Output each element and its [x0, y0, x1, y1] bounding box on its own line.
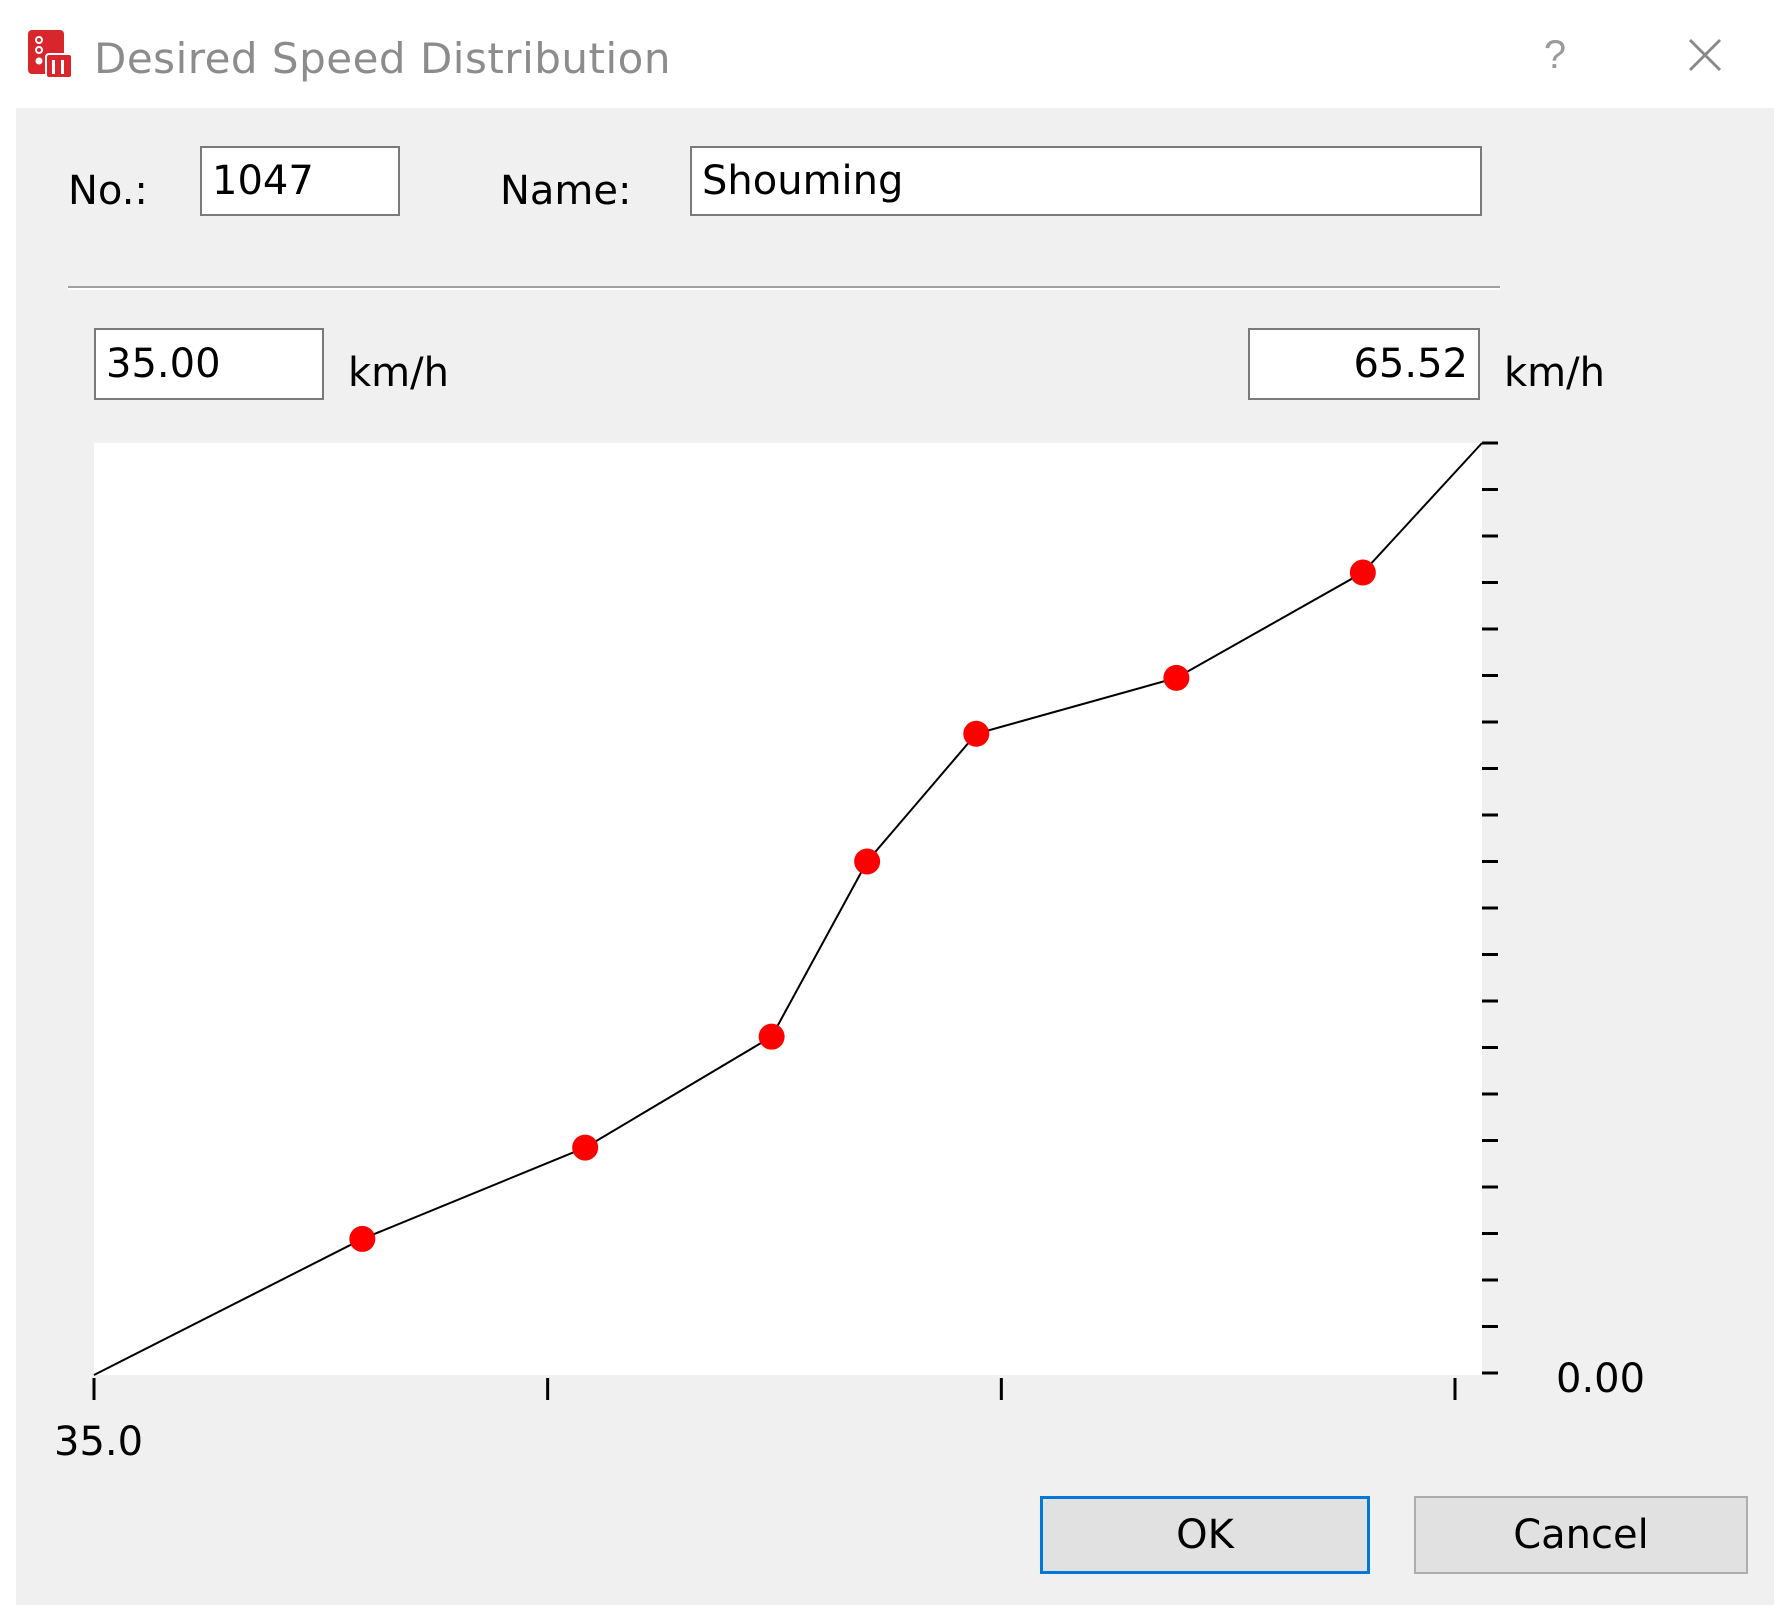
- name-field[interactable]: [690, 146, 1482, 216]
- ok-button[interactable]: OK: [1040, 1496, 1370, 1574]
- max-speed-field[interactable]: [1248, 328, 1480, 400]
- close-icon[interactable]: [1680, 30, 1730, 80]
- title-bar: Desired Speed Distribution ?: [0, 0, 1780, 108]
- vissim-app-icon: [28, 30, 73, 79]
- no-label: No.:: [68, 168, 148, 214]
- separator: [68, 286, 1500, 290]
- max-speed-unit: km/h: [1504, 350, 1605, 396]
- min-speed-field[interactable]: [94, 328, 324, 400]
- window-title: Desired Speed Distribution: [94, 34, 671, 83]
- min-speed-unit: km/h: [348, 350, 449, 396]
- dialog-body: No.: Name: km/h km/h OK Cancel: [16, 108, 1774, 1605]
- name-label: Name:: [500, 168, 632, 214]
- no-field[interactable]: [200, 146, 400, 216]
- cancel-button[interactable]: Cancel: [1414, 1496, 1748, 1574]
- help-button[interactable]: ?: [1530, 30, 1580, 80]
